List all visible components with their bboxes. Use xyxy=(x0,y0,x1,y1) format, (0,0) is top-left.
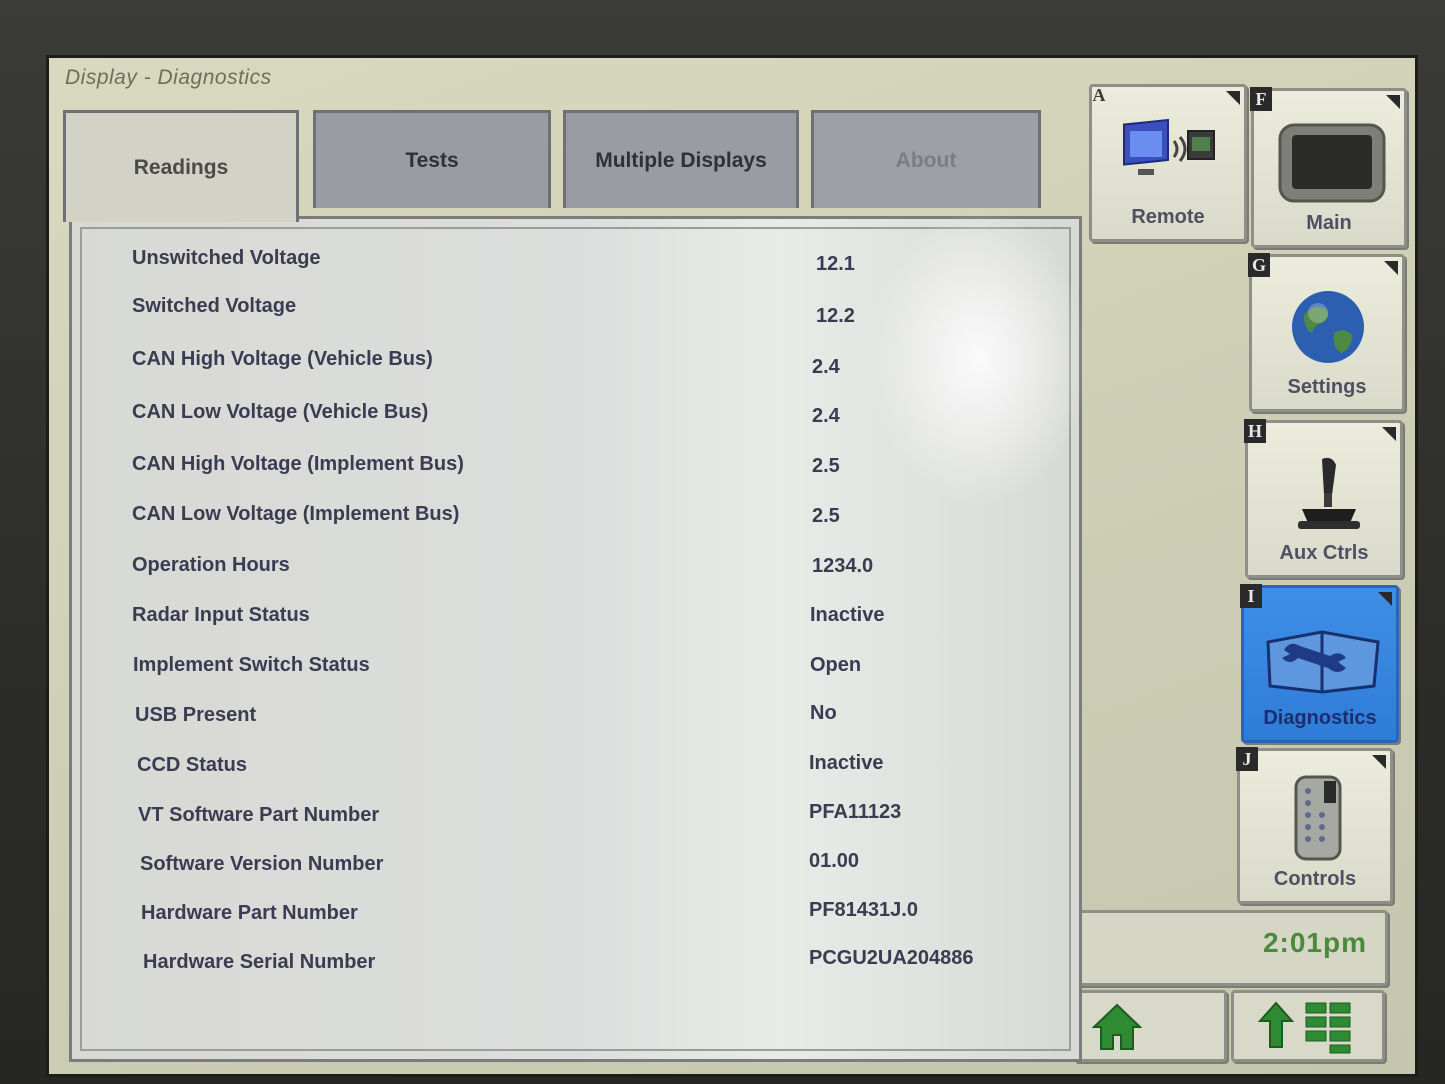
readings-list: Unswitched Voltage 12.1 Switched Voltage… xyxy=(80,227,1071,1051)
reading-row: CCD Status Inactive xyxy=(82,752,1069,784)
reading-label: CAN Low Voltage (Vehicle Bus) xyxy=(132,401,429,423)
tab-label: Multiple Displays xyxy=(595,148,767,172)
reading-value: 2.4 xyxy=(812,356,840,378)
tab-readings[interactable]: Readings xyxy=(63,110,299,222)
reading-value: PCGU2UA204886 xyxy=(809,947,974,969)
reading-value: 1234.0 xyxy=(812,555,874,577)
softkey-diagnostics-button[interactable]: I Diagnostics xyxy=(1240,584,1399,743)
reading-row: CAN High Voltage (Vehicle Bus) 2.4 xyxy=(82,348,1069,378)
reading-label: Hardware Serial Number xyxy=(143,951,376,973)
tab-label: Tests xyxy=(405,148,459,172)
tab-about[interactable]: About xyxy=(811,110,1041,208)
softkey-settings-button[interactable]: G Settings xyxy=(1248,253,1405,412)
home-button[interactable] xyxy=(1073,990,1227,1062)
reading-label: Operation Hours xyxy=(132,554,290,576)
reading-row: USB Present No xyxy=(82,702,1069,734)
reading-value: 2.4 xyxy=(812,405,840,427)
reading-value: PF81431J.0 xyxy=(809,899,918,921)
softkey-remote-button[interactable]: A Remote xyxy=(1089,84,1247,242)
softkey-label: Remote xyxy=(1131,206,1205,228)
reading-row: Radar Input Status Inactive xyxy=(82,604,1069,634)
display-screen-icon xyxy=(1278,123,1386,203)
corner-indicator-icon xyxy=(1372,755,1386,769)
softkey-letter: F xyxy=(1250,87,1272,111)
reading-label: CAN High Voltage (Implement Bus) xyxy=(132,453,464,475)
wrench-book-icon xyxy=(1266,630,1380,694)
reading-value: PFA11123 xyxy=(809,801,902,823)
up-arrow-grid-icon xyxy=(1257,1001,1351,1054)
corner-indicator-icon xyxy=(1382,427,1396,441)
page-title: Display - Diagnostics xyxy=(65,66,272,89)
tab-label: About xyxy=(895,148,957,172)
reading-label: Radar Input Status xyxy=(132,604,310,626)
softkey-label: Controls xyxy=(1273,868,1357,890)
softkey-label: Diagnostics xyxy=(1263,707,1377,729)
reading-label: Software Version Number xyxy=(140,853,384,875)
reading-row: Hardware Part Number PF81431J.0 xyxy=(82,899,1069,932)
keypad-remote-icon xyxy=(1294,775,1342,861)
tab-multiple-displays[interactable]: Multiple Displays xyxy=(563,110,799,208)
softkey-letter: A xyxy=(1092,85,1106,105)
softkey-label: Aux Ctrls xyxy=(1279,542,1369,564)
reading-label: Switched Voltage xyxy=(132,295,297,317)
menu-grid-button[interactable] xyxy=(1231,990,1385,1062)
corner-indicator-icon xyxy=(1226,91,1240,105)
reading-label: Hardware Part Number xyxy=(141,902,358,924)
reading-row: CAN Low Voltage (Implement Bus) 2.5 xyxy=(82,503,1069,533)
reading-label: Implement Switch Status xyxy=(133,654,370,676)
reading-row: Hardware Serial Number PCGU2UA204886 xyxy=(82,947,1069,981)
reading-row: CAN Low Voltage (Vehicle Bus) 2.4 xyxy=(82,401,1069,431)
reading-row: Software Version Number 01.00 xyxy=(82,850,1069,883)
reading-value: 2.5 xyxy=(812,505,840,527)
softkey-label: Main xyxy=(1306,212,1352,234)
tab-tests[interactable]: Tests xyxy=(313,110,551,208)
reading-label: VT Software Part Number xyxy=(138,804,380,826)
display-screen: Display - Diagnostics Readings Tests Mul… xyxy=(46,55,1418,1077)
softkey-controls-button[interactable]: J Controls xyxy=(1236,747,1393,904)
corner-indicator-icon xyxy=(1386,95,1400,109)
reading-label: CAN High Voltage (Vehicle Bus) xyxy=(132,348,433,370)
softkey-label: Settings xyxy=(1287,376,1367,398)
reading-value: 01.00 xyxy=(809,850,860,872)
reading-row: CAN High Voltage (Implement Bus) 2.5 xyxy=(82,453,1069,483)
home-icon xyxy=(1092,1003,1142,1050)
readings-panel: Unswitched Voltage 12.1 Switched Voltage… xyxy=(69,216,1082,1062)
reading-label: USB Present xyxy=(135,704,257,726)
softkey-aux-ctrls-button[interactable]: H Aux Ctrls xyxy=(1244,419,1403,578)
reading-row: VT Software Part Number PFA11123 xyxy=(82,801,1069,834)
softkey-letter: I xyxy=(1240,584,1262,608)
corner-indicator-icon xyxy=(1378,592,1392,606)
reading-value: Open xyxy=(810,654,862,676)
softkey-main-button[interactable]: F Main xyxy=(1250,87,1407,248)
globe-icon xyxy=(1292,291,1364,363)
softkey-letter: J xyxy=(1236,747,1258,771)
softkey-letter: H xyxy=(1244,419,1266,443)
corner-indicator-icon xyxy=(1384,261,1398,275)
time-text: 2:01pm xyxy=(1262,927,1367,958)
reading-value: 12.2 xyxy=(816,305,855,327)
reading-row: Operation Hours 1234.0 xyxy=(82,554,1069,584)
remote-monitor-icon xyxy=(1123,118,1215,175)
reading-label: Unswitched Voltage xyxy=(132,247,321,269)
reading-label: CAN Low Voltage (Implement Bus) xyxy=(132,503,460,525)
reading-value: 12.1 xyxy=(816,253,855,275)
reading-value: 2.5 xyxy=(812,455,840,477)
softkey-letter: G xyxy=(1248,253,1270,277)
reading-row: Implement Switch Status Open xyxy=(82,654,1069,684)
reading-label: CCD Status xyxy=(137,754,248,776)
reading-value: Inactive xyxy=(810,604,885,626)
reading-row: Switched Voltage 12.2 xyxy=(82,295,1069,327)
joystick-icon xyxy=(1298,457,1360,529)
reading-row: Unswitched Voltage 12.1 xyxy=(82,247,1069,277)
reading-value: No xyxy=(810,702,837,724)
clock-display: 2:01pm xyxy=(1075,910,1388,986)
tab-label: Readings xyxy=(133,155,229,179)
reading-value: Inactive xyxy=(809,752,884,774)
